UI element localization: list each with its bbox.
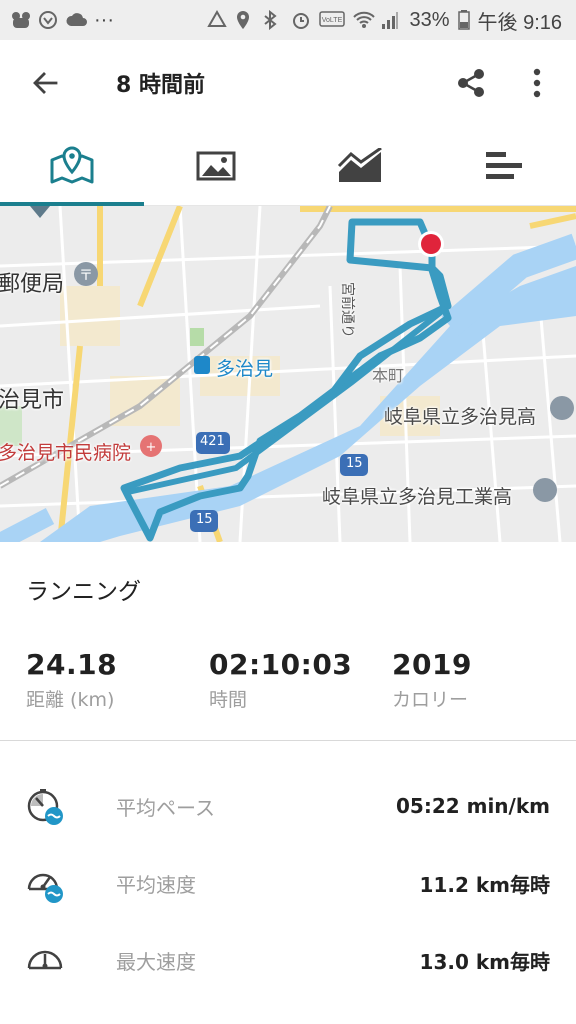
route-map[interactable]: 〒 + 郵便局 多治見 治見市 多治見市民病院 本町 岐阜県立多治見高 岐阜県立…: [0, 206, 576, 542]
missed-call-icon: [38, 10, 58, 30]
more-options-button[interactable]: [504, 40, 570, 126]
tab-splits[interactable]: [432, 126, 576, 205]
map-label-station: 多治見: [216, 358, 274, 380]
distance-stat: 24.18 距離 (km): [26, 648, 209, 712]
page-title: 8 時間前: [116, 73, 205, 98]
time-label: 時間: [209, 689, 248, 711]
metric-row-pace: 平均ペース 05:22 min/km: [0, 778, 576, 834]
map-label-hospital: 多治見市民病院: [0, 442, 132, 464]
route-15b-label: 15: [196, 512, 213, 527]
location-icon: [235, 10, 255, 30]
max-speed-icon: [27, 950, 63, 970]
distance-label: 距離 (km): [26, 689, 115, 711]
svg-text:VoLTE: VoLTE: [322, 17, 343, 24]
clock: 午後 9:16: [477, 11, 562, 34]
map-label-post-office: 郵便局: [0, 272, 65, 297]
activity-type: ランニング: [26, 579, 141, 605]
calories-stat: 2019 カロリー: [392, 648, 552, 712]
app-notification-icon: [10, 10, 30, 30]
more-notifications-icon: ···: [94, 8, 114, 31]
pace-icon: [27, 789, 63, 825]
back-button[interactable]: [0, 40, 90, 126]
wifi-icon: [353, 10, 376, 30]
area-chart-icon: [337, 147, 382, 182]
svg-text:〒: 〒: [79, 268, 93, 284]
calories-value: 2019: [392, 648, 472, 681]
time-stat: 02:10:03 時間: [209, 648, 392, 712]
metric-row-avg-speed: 平均速度 11.2 km毎時: [0, 855, 576, 911]
tab-bar: [0, 126, 576, 206]
image-icon: [196, 151, 236, 180]
volte-icon: VoLTE: [319, 10, 346, 30]
pace-value: 05:22 min/km: [395, 794, 550, 818]
divider: [0, 740, 576, 741]
map-label-honmachi: 本町: [372, 366, 405, 385]
bars-icon: [486, 151, 522, 179]
calories-label: カロリー: [392, 689, 469, 711]
avg-speed-value: 11.2 km毎時: [419, 872, 550, 897]
map-label-street: 宮前通り: [339, 282, 355, 338]
alarm-icon: [291, 10, 311, 30]
avg-speed-label: 平均速度: [116, 872, 196, 897]
share-icon: [458, 69, 484, 97]
app-bar: 8 時間前: [0, 40, 576, 126]
average-speed-icon: [27, 873, 63, 903]
route-421-label: 421: [200, 434, 225, 449]
map-icon: [50, 145, 94, 183]
battery-percent: 33%: [409, 8, 450, 31]
svg-text:+: +: [146, 440, 157, 455]
app-actions: [438, 40, 576, 126]
stats-row: 24.18 距離 (km) 02:10:03 時間 2019 カロリー: [26, 648, 566, 712]
tab-map[interactable]: [0, 126, 144, 206]
bluetooth-icon: [263, 9, 283, 31]
time-value: 02:10:03: [209, 648, 353, 681]
recycle-icon: [207, 9, 228, 30]
signal-icon: [381, 10, 401, 30]
distance-value: 24.18: [26, 648, 118, 681]
end-marker: [421, 234, 441, 254]
status-bar: ··· VoLTE 33% 午後 9:16: [0, 0, 576, 40]
pace-label: 平均ペース: [116, 795, 215, 820]
map-label-school-1: 岐阜県立多治見高: [384, 406, 537, 428]
tab-photos[interactable]: [144, 126, 288, 205]
cloud-icon: [66, 10, 87, 30]
back-arrow-icon: [33, 72, 58, 94]
status-right-icons: VoLTE 33% 午後 9:16: [207, 6, 562, 35]
map-label-city: 治見市: [0, 388, 65, 413]
max-speed-label: 最大速度: [116, 949, 196, 974]
tab-charts[interactable]: [288, 126, 432, 205]
battery-icon: [457, 10, 470, 30]
metric-row-max-speed: 最大速度 13.0 km毎時: [0, 932, 576, 988]
route-15a-label: 15: [346, 456, 363, 471]
overflow-menu-icon: [533, 68, 541, 98]
status-left-icons: ···: [10, 9, 114, 32]
max-speed-value: 13.0 km毎時: [419, 949, 550, 974]
share-button[interactable]: [438, 40, 504, 126]
map-label-school-2: 岐阜県立多治見工業高: [322, 486, 513, 508]
